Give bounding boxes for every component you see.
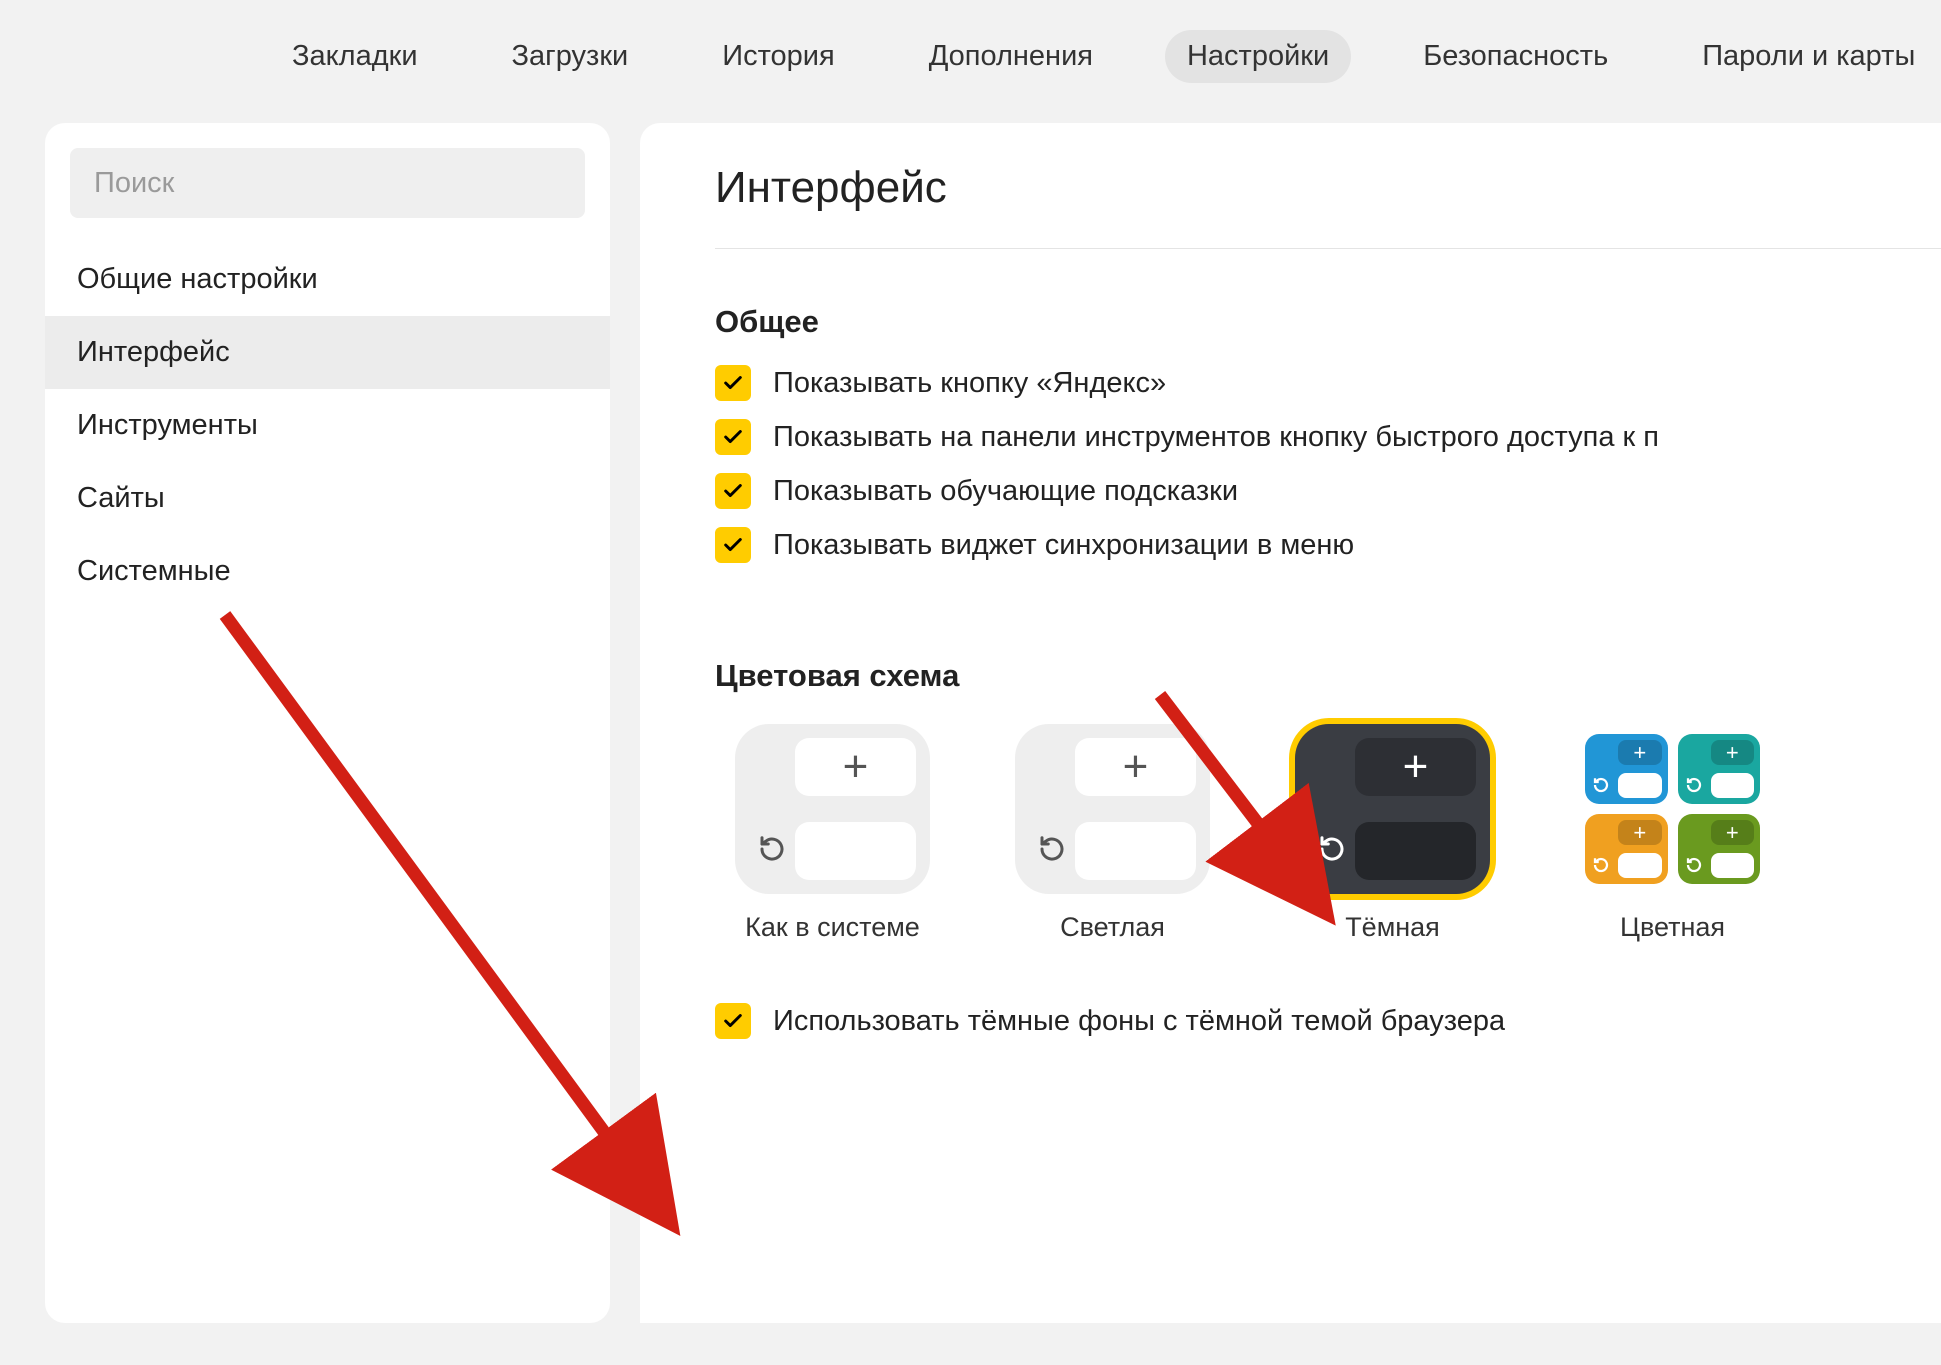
checkbox-yandex-button[interactable] (715, 365, 751, 401)
checkbox-sync-widget[interactable] (715, 527, 751, 563)
check-icon (722, 372, 744, 394)
check-icon (722, 534, 744, 556)
theme-label: Светлая (1060, 912, 1165, 943)
tab-passwords[interactable]: Пароли и карты (1680, 30, 1937, 83)
plus-icon: + (843, 745, 869, 789)
theme-label: Тёмная (1345, 912, 1440, 943)
checkbox-label: Показывать на панели инструментов кнопку… (773, 421, 1659, 454)
settings-sidebar: Общие настройки Интерфейс Инструменты Са… (45, 123, 610, 1323)
settings-main: Интерфейс Общее Показывать кнопку «Яндек… (640, 123, 1941, 1323)
plus-icon: + (1726, 822, 1739, 844)
reload-icon (1315, 832, 1349, 866)
theme-label: Цветная (1620, 912, 1725, 943)
theme-thumb-light: + (1015, 724, 1210, 894)
section-scheme-title: Цветовая схема (715, 658, 1941, 694)
plus-icon: + (1726, 742, 1739, 764)
top-nav: Закладки Загрузки История Дополнения Нас… (0, 0, 1941, 123)
theme-thumb-colorful: + + + + (1575, 724, 1770, 894)
reload-icon (1592, 856, 1610, 874)
checkbox-dark-backgrounds[interactable] (715, 1003, 751, 1039)
check-icon (722, 1010, 744, 1032)
theme-option-colorful[interactable]: + + + + Цветная (1575, 724, 1770, 943)
sidebar-item-general[interactable]: Общие настройки (45, 243, 610, 316)
check-icon (722, 426, 744, 448)
checkbox-hints[interactable] (715, 473, 751, 509)
theme-option-system[interactable]: + Как в системе (735, 724, 930, 943)
theme-option-dark[interactable]: + Тёмная (1295, 724, 1490, 943)
reload-icon (1685, 776, 1703, 794)
sidebar-item-sites[interactable]: Сайты (45, 462, 610, 535)
plus-icon: + (1403, 745, 1429, 789)
reload-icon (755, 832, 789, 866)
tab-downloads[interactable]: Загрузки (490, 30, 651, 83)
search-input[interactable] (70, 148, 585, 218)
theme-picker: + Как в системе + Светлая (715, 724, 1941, 943)
plus-icon: + (1633, 822, 1646, 844)
sidebar-item-interface[interactable]: Интерфейс (45, 316, 610, 389)
check-row-sync-widget: Показывать виджет синхронизации в меню (715, 527, 1941, 563)
tab-history[interactable]: История (700, 30, 856, 83)
page-title: Интерфейс (715, 163, 1941, 249)
theme-thumb-system: + (735, 724, 930, 894)
checkbox-label: Показывать виджет синхронизации в меню (773, 529, 1354, 562)
reload-icon (1685, 856, 1703, 874)
sidebar-item-tools[interactable]: Инструменты (45, 389, 610, 462)
check-row-hints: Показывать обучающие подсказки (715, 473, 1941, 509)
tab-bookmarks[interactable]: Закладки (270, 30, 440, 83)
check-row-yandex-button: Показывать кнопку «Яндекс» (715, 365, 1941, 401)
check-icon (722, 480, 744, 502)
theme-option-light[interactable]: + Светлая (1015, 724, 1210, 943)
theme-label: Как в системе (745, 912, 920, 943)
plus-icon: + (1123, 745, 1149, 789)
checkbox-label: Показывать обучающие подсказки (773, 475, 1238, 508)
sidebar-item-system[interactable]: Системные (45, 535, 610, 608)
tab-security[interactable]: Безопасность (1401, 30, 1630, 83)
plus-icon: + (1633, 742, 1646, 764)
checkbox-toolbar-quick[interactable] (715, 419, 751, 455)
tab-settings[interactable]: Настройки (1165, 30, 1351, 83)
checkbox-label: Показывать кнопку «Яндекс» (773, 367, 1166, 400)
reload-icon (1035, 832, 1069, 866)
reload-icon (1592, 776, 1610, 794)
check-row-toolbar-quick: Показывать на панели инструментов кнопку… (715, 419, 1941, 455)
section-general-title: Общее (715, 304, 1941, 340)
check-row-dark-backgrounds: Использовать тёмные фоны с тёмной темой … (715, 1003, 1941, 1039)
checkbox-label: Использовать тёмные фоны с тёмной темой … (773, 1005, 1505, 1038)
tab-addons[interactable]: Дополнения (907, 30, 1115, 83)
theme-thumb-dark: + (1295, 724, 1490, 894)
